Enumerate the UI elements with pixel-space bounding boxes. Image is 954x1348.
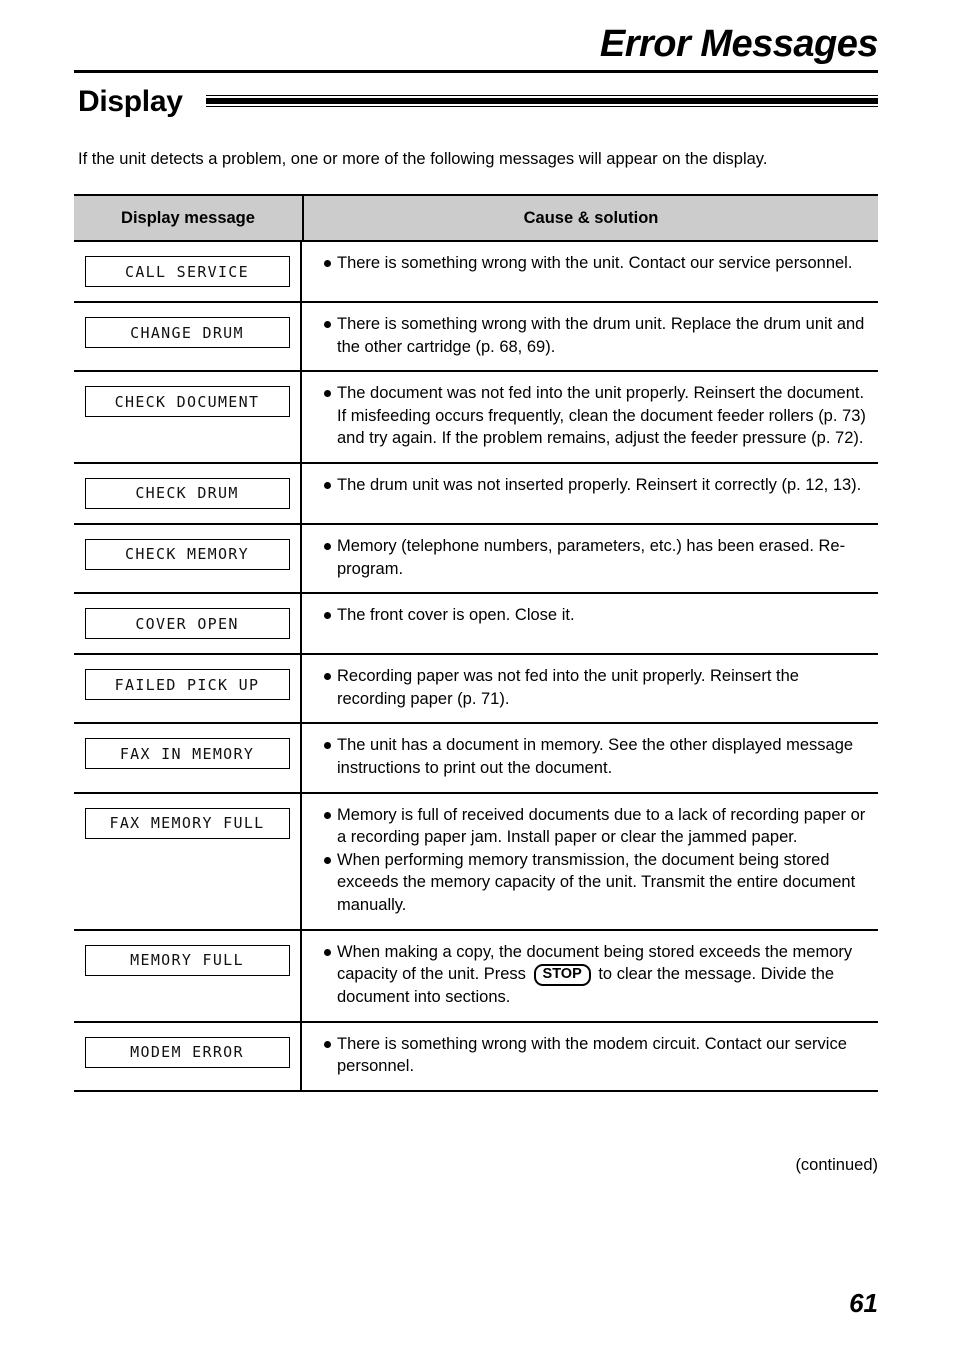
table-row: CHECK MEMORY Memory (telephone numbers, … <box>74 524 878 595</box>
cause-text: The drum unit was not inserted properly.… <box>337 475 862 494</box>
cause-item: There is something wrong with the drum u… <box>324 313 870 358</box>
chapter-title: Error Messages <box>599 23 879 65</box>
table-row: FAX IN MEMORY The unit has a document in… <box>74 724 878 794</box>
cause-item: Recording paper was not fed into the uni… <box>324 665 870 710</box>
table-row: FAX MEMORY FULL Memory is full of receiv… <box>74 793 878 931</box>
lcd-message-box: CALL SERVICE <box>84 256 290 287</box>
cause-item: The unit has a document in memory. See t… <box>324 734 870 779</box>
display-message-cell: MEMORY FULL <box>74 930 302 1021</box>
display-message-cell: CHECK MEMORY <box>74 524 302 593</box>
cause-text: Recording paper was not fed into the uni… <box>337 667 799 708</box>
cause-item: There is something wrong with the modem … <box>324 1033 870 1078</box>
cause-solution-cell: The drum unit was not inserted properly.… <box>302 464 878 523</box>
cause-solution-cell: There is something wrong with the modem … <box>302 1023 878 1090</box>
section-title: Display <box>78 85 183 118</box>
cause-solution-cell: Memory (telephone numbers, parameters, e… <box>302 525 878 592</box>
lcd-message-box: FAX MEMORY FULL <box>84 807 290 839</box>
cause-text: The document was not fed into the unit p… <box>337 384 866 448</box>
cause-item: When performing memory transmission, the… <box>324 849 870 917</box>
display-message-cell: COVER OPEN <box>74 594 302 654</box>
cause-solution-cell: There is something wrong with the unit. … <box>302 242 878 301</box>
display-message-cell: FAILED PICK UP <box>74 655 302 723</box>
cause-item: Memory (telephone numbers, parameters, e… <box>324 535 870 580</box>
cause-solution-cell: The document was not fed into the unit p… <box>302 372 878 462</box>
rule-thin-bottom <box>206 106 878 107</box>
bullet-icon <box>324 811 331 819</box>
continued-note: (continued) <box>795 1156 878 1174</box>
cause-item: The front cover is open. Close it. <box>324 604 870 627</box>
bullet-icon <box>324 1040 331 1048</box>
cause-solution-cell: Recording paper was not fed into the uni… <box>302 655 878 722</box>
bullet-icon <box>324 856 331 864</box>
display-message-cell: CHECK DRUM <box>74 463 302 523</box>
table-row: MEMORY FULL When making a copy, the docu… <box>74 930 878 1023</box>
column-header-display-message: Display message <box>74 196 304 240</box>
bullet-icon <box>324 260 331 267</box>
bullet-icon <box>324 390 331 398</box>
bullet-icon <box>324 481 331 489</box>
cause-text: There is something wrong with the unit. … <box>337 254 853 272</box>
cause-text: Memory is full of received documents due… <box>337 805 866 847</box>
cause-solution-cell: When making a copy, the document being s… <box>302 931 878 1021</box>
cause-item: The document was not fed into the unit p… <box>324 382 870 450</box>
table-row: MODEM ERROR There is something wrong wit… <box>74 1022 878 1092</box>
table-row: CHANGE DRUM There is something wrong wit… <box>74 303 878 373</box>
cause-text: The unit has a document in memory. See t… <box>337 736 854 777</box>
chapter-header: Error Messages <box>74 22 879 66</box>
error-messages-table: Display message Cause & solution CALL SE… <box>74 194 878 1092</box>
cause-text: Memory (telephone numbers, parameters, e… <box>337 536 846 578</box>
bullet-icon <box>324 612 331 620</box>
display-message-cell: MODEM ERROR <box>74 1022 302 1090</box>
lcd-message-box: CHECK MEMORY <box>84 538 290 570</box>
bullet-icon <box>324 321 331 328</box>
table-header-row: Display message Cause & solution <box>74 194 878 242</box>
cause-item: The drum unit was not inserted properly.… <box>324 474 870 497</box>
rule-thick <box>206 98 878 104</box>
section-rule-decoration <box>206 95 878 107</box>
display-message-cell: CHECK DOCUMENT <box>74 372 302 462</box>
lcd-message-box: FAILED PICK UP <box>84 669 290 701</box>
cause-text: There is something wrong with the modem … <box>337 1034 847 1076</box>
cause-solution-cell: Memory is full of received documents due… <box>302 794 878 929</box>
bullet-icon <box>324 673 331 681</box>
cause-text: There is something wrong with the drum u… <box>337 315 865 356</box>
page-number: 61 <box>849 1288 878 1318</box>
stop-key-graphic: STOP <box>533 964 591 987</box>
bullet-icon <box>324 948 331 956</box>
intro-paragraph: If the unit detects a problem, one or mo… <box>78 150 768 168</box>
cause-item: When making a copy, the document being s… <box>324 941 870 1009</box>
display-message-cell: CALL SERVICE <box>74 242 302 301</box>
document-page: Error Messages Display If the unit detec… <box>0 0 954 1348</box>
chapter-rule <box>74 70 878 73</box>
lcd-message-box: CHANGE DRUM <box>84 317 290 348</box>
table-row: CHECK DRUM The drum unit was not inserte… <box>74 463 878 525</box>
bullet-icon <box>324 742 331 750</box>
table-row: COVER OPEN The front cover is open. Clos… <box>74 594 878 656</box>
cause-item: Memory is full of received documents due… <box>324 804 870 849</box>
lcd-message-box: CHECK DOCUMENT <box>84 386 290 418</box>
cause-item: There is something wrong with the unit. … <box>324 252 870 275</box>
cause-solution-cell: There is something wrong with the drum u… <box>302 303 878 370</box>
cause-text: When performing memory transmission, the… <box>337 850 856 914</box>
cause-solution-cell: The unit has a document in memory. See t… <box>302 724 878 791</box>
display-message-cell: FAX IN MEMORY <box>74 724 302 792</box>
display-message-cell: CHANGE DRUM <box>74 303 302 371</box>
display-message-cell: FAX MEMORY FULL <box>74 793 302 929</box>
lcd-message-box: MODEM ERROR <box>84 1036 290 1068</box>
table-row: FAILED PICK UP Recording paper was not f… <box>74 655 878 725</box>
cause-solution-cell: The front cover is open. Close it. <box>302 594 878 653</box>
table-row: CHECK DOCUMENT The document was not fed … <box>74 372 878 464</box>
lcd-message-box: MEMORY FULL <box>84 944 290 976</box>
bullet-icon <box>324 542 331 550</box>
cause-text: The front cover is open. Close it. <box>337 606 575 625</box>
lcd-message-box: CHECK DRUM <box>84 477 290 509</box>
lcd-message-box: FAX IN MEMORY <box>84 738 290 770</box>
lcd-message-box: COVER OPEN <box>84 608 290 640</box>
column-header-cause-solution: Cause & solution <box>523 208 659 227</box>
rule-thin-top <box>206 95 878 96</box>
table-row: CALL SERVICE There is something wrong wi… <box>74 242 878 303</box>
